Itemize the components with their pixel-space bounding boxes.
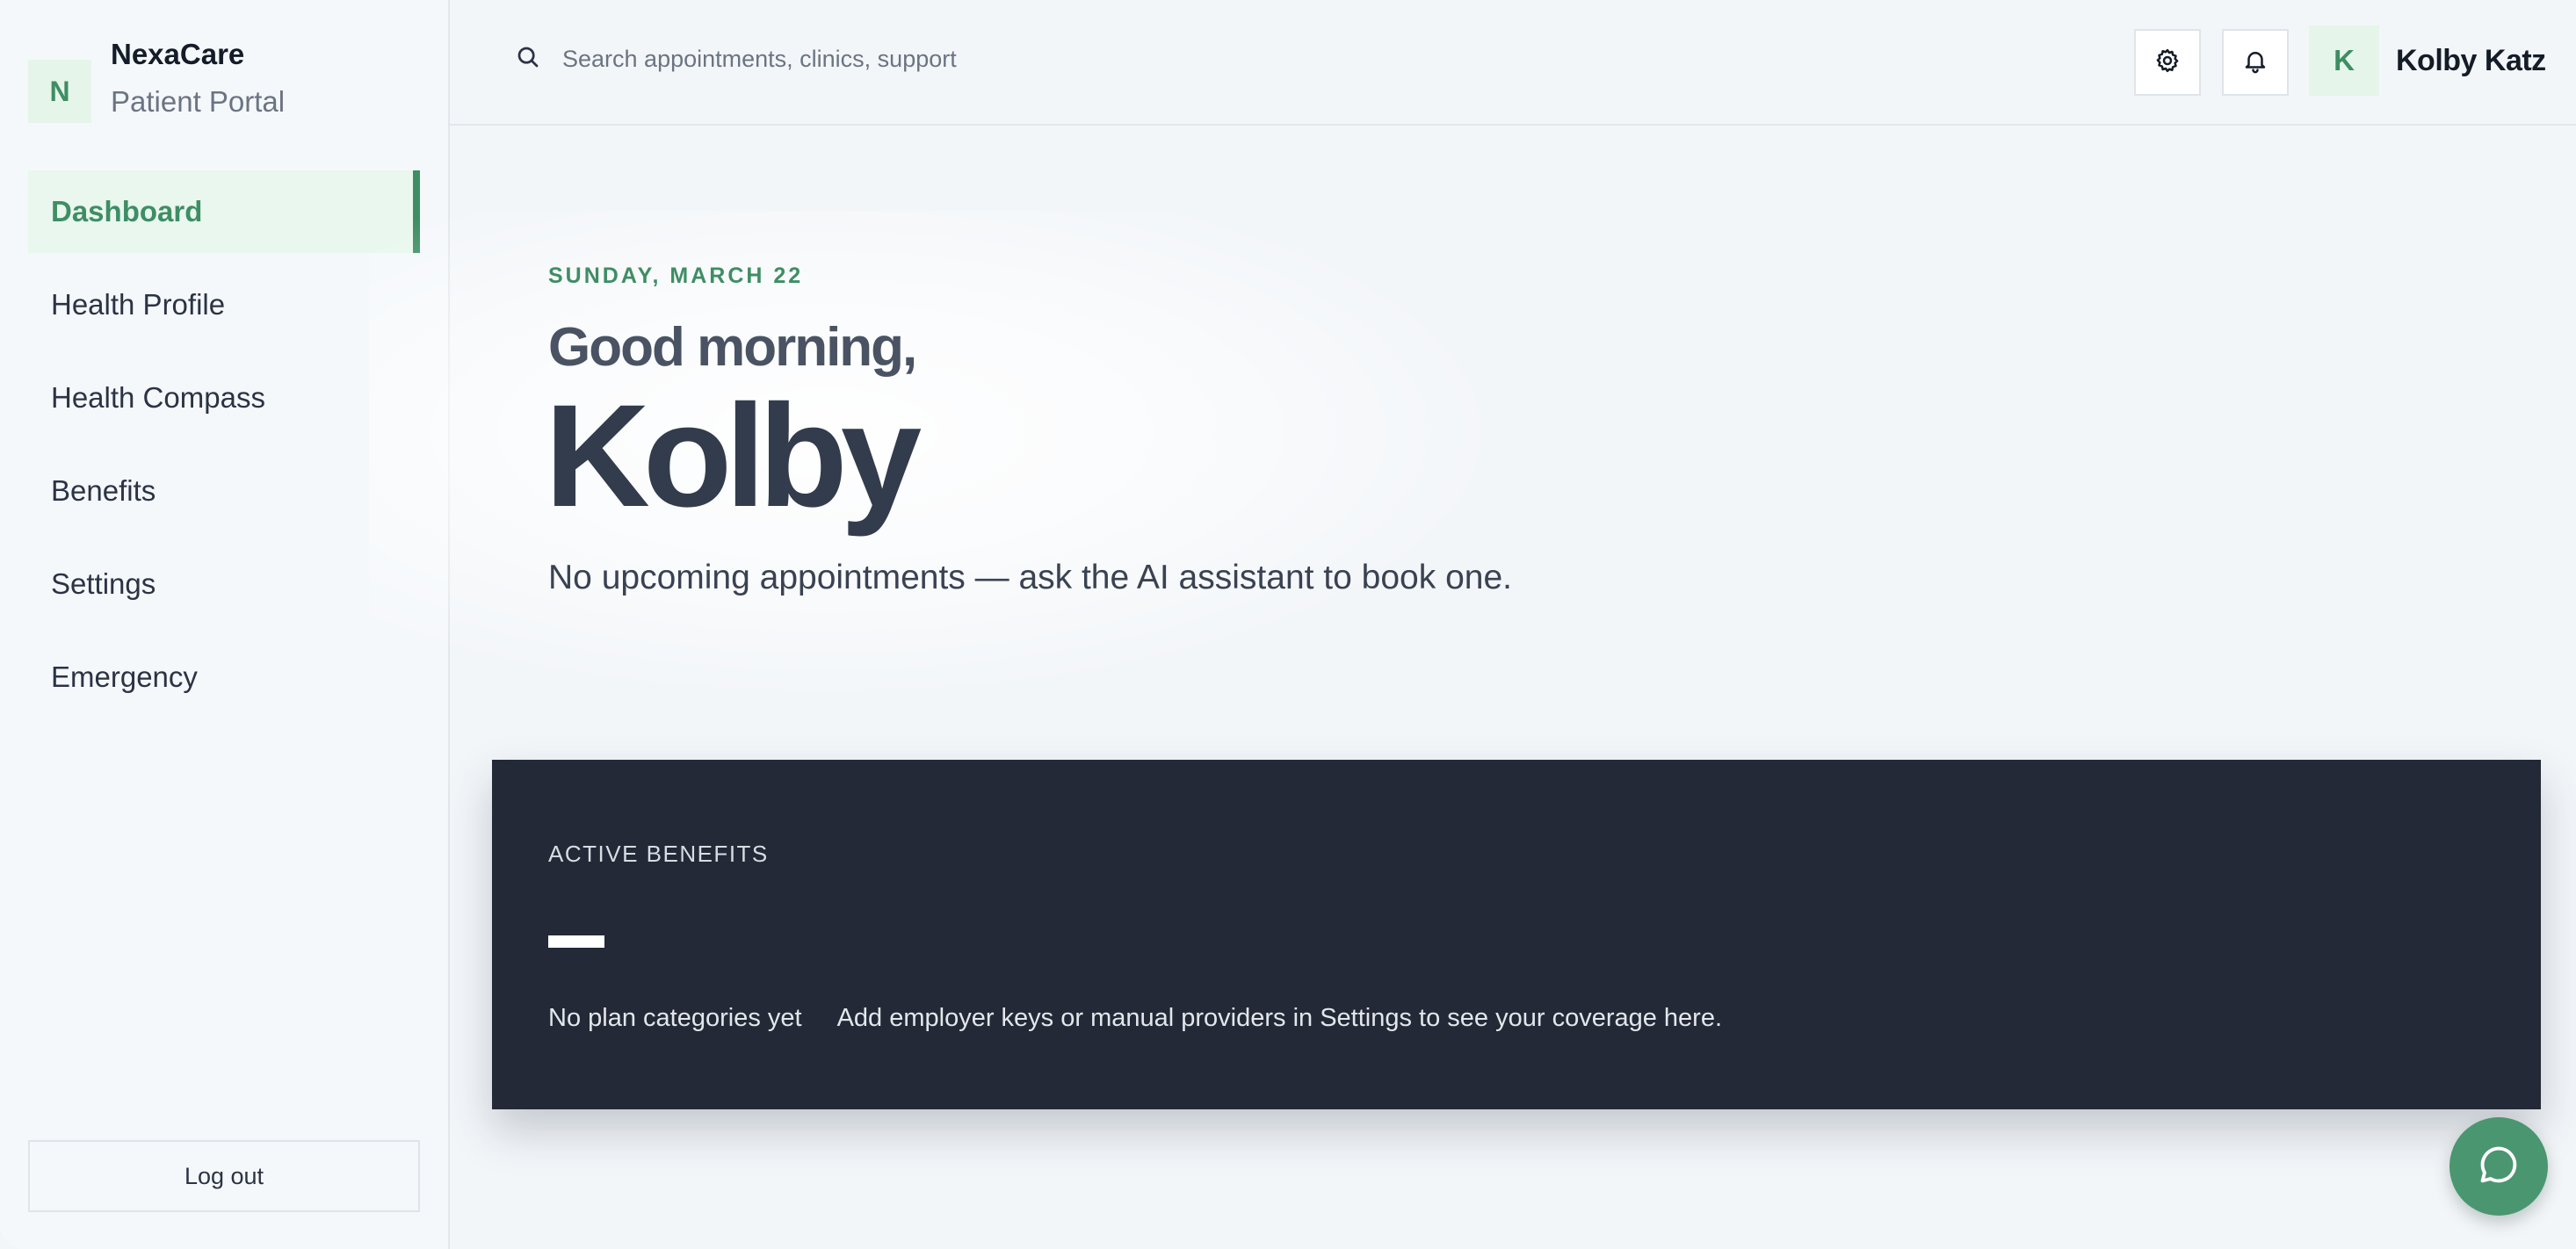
active-benefits-card: ACTIVE BENEFITS No plan categories yet A… (492, 760, 2541, 1109)
search-icon (515, 44, 541, 75)
top-bar: Search appointments, clinics, support K … (450, 0, 2576, 126)
gear-icon (2154, 47, 2181, 78)
brand-logo: N (28, 60, 91, 123)
avatar[interactable]: K (2309, 25, 2379, 96)
search-input[interactable]: Search appointments, clinics, support (515, 44, 957, 75)
hero-glow (369, 211, 1511, 703)
brand-name: NexaCare (111, 38, 245, 70)
logout-button[interactable]: Log out (28, 1140, 420, 1212)
sidebar-item-settings[interactable]: Settings (28, 543, 420, 625)
user-first-name: Kolby (545, 375, 922, 538)
current-date: SUNDAY, MARCH 22 (548, 264, 804, 288)
sidebar-item-benefits[interactable]: Benefits (28, 450, 420, 532)
benefits-empty-state: No plan categories yet Add employer keys… (548, 1004, 1722, 1033)
benefits-title: ACTIVE BENEFITS (548, 841, 769, 867)
benefits-empty-label: No plan categories yet (548, 1004, 802, 1032)
brand-subtitle: Patient Portal (111, 85, 286, 118)
greeting: Good morning, (548, 317, 917, 378)
user-name[interactable]: Kolby Katz (2396, 44, 2546, 78)
benefits-empty-description: Add employer keys or manual providers in… (836, 1004, 1723, 1032)
appointments-message: No upcoming appointments — ask the AI as… (548, 559, 1512, 596)
settings-button[interactable] (2134, 29, 2201, 96)
app-window: N NexaCare Patient Portal Dashboard Heal… (0, 0, 2576, 1249)
brand: N NexaCare Patient Portal (28, 37, 285, 123)
benefits-placeholder-bar (548, 935, 604, 948)
sidebar-item-health-compass[interactable]: Health Compass (28, 357, 420, 439)
sidebar-item-health-profile[interactable]: Health Profile (28, 264, 420, 346)
sidebar-item-emergency[interactable]: Emergency (28, 636, 420, 718)
notifications-button[interactable] (2222, 29, 2289, 96)
search-placeholder: Search appointments, clinics, support (562, 46, 957, 72)
sidebar-nav: Dashboard Health Profile Health Compass … (28, 170, 420, 729)
chat-assistant-button[interactable] (2449, 1117, 2548, 1216)
chat-bubble-icon (2476, 1142, 2522, 1192)
bell-icon (2242, 47, 2268, 78)
sidebar-item-dashboard[interactable]: Dashboard (28, 170, 420, 253)
